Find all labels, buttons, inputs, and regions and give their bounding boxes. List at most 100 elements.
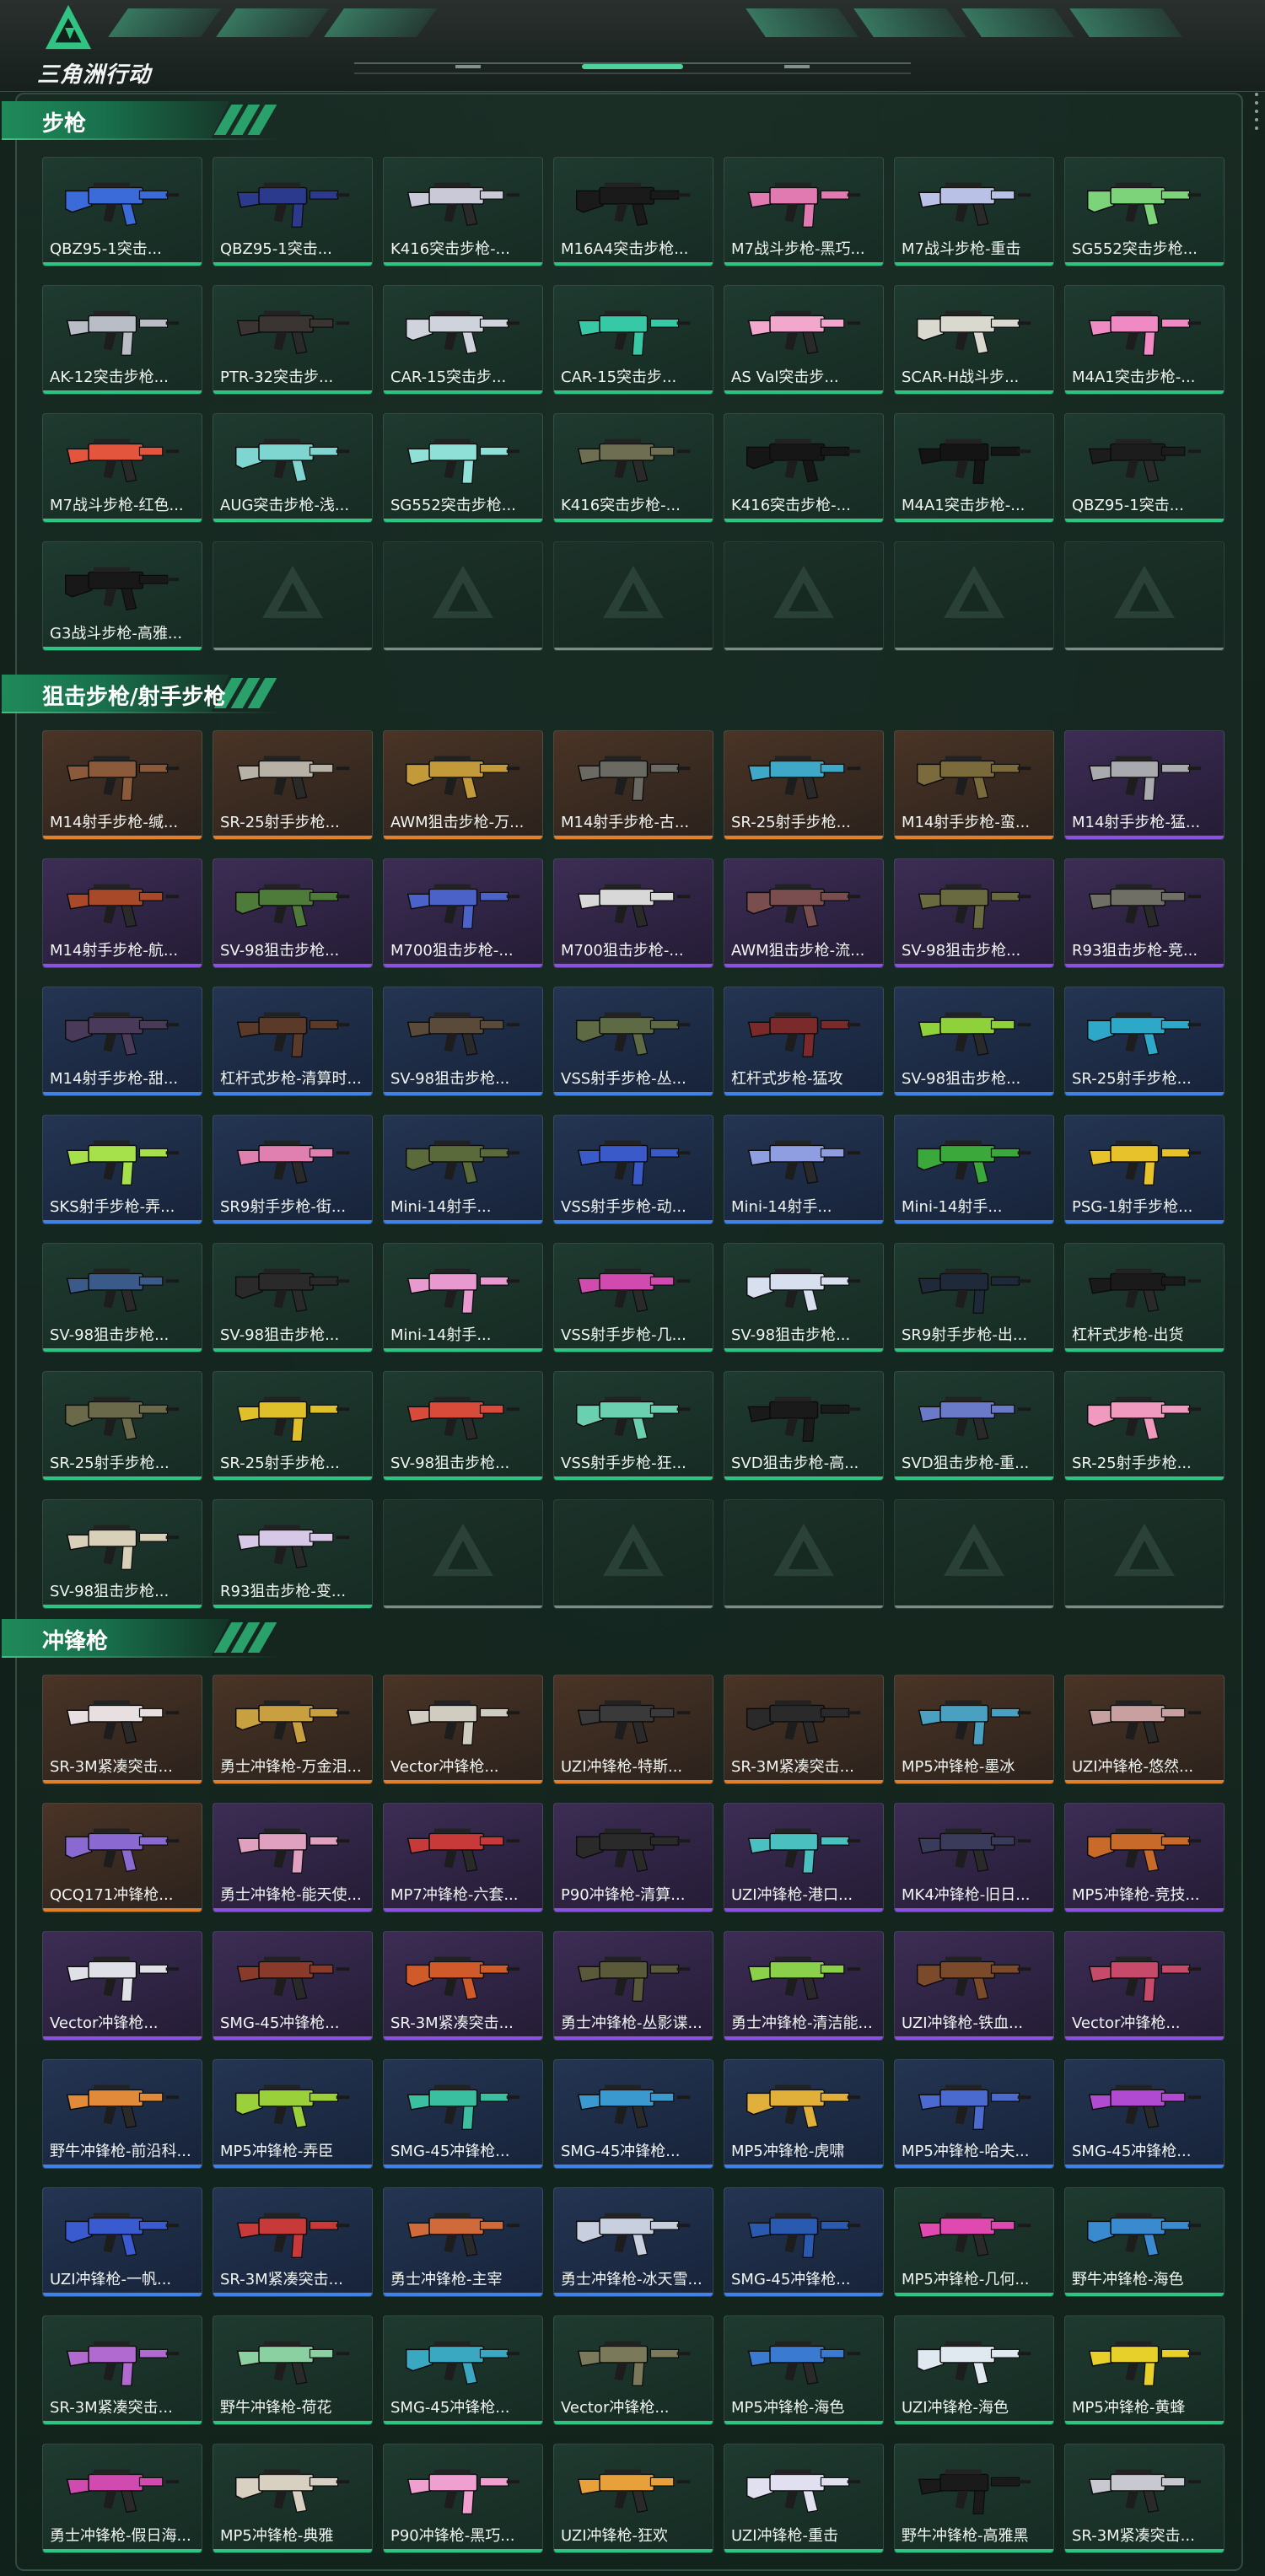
weapon-card[interactable]: AUG突击步枪-浅...: [213, 413, 373, 523]
weapon-card[interactable]: SMG-45冲锋枪...: [213, 1931, 373, 2041]
weapon-card[interactable]: Mini-14射手...: [383, 1243, 543, 1353]
weapon-card[interactable]: AWM狙击步枪-万...: [383, 730, 543, 840]
weapon-card[interactable]: SR-3M紧凑突击...: [42, 2315, 202, 2425]
weapon-card[interactable]: Mini-14射手...: [724, 1115, 884, 1224]
weapon-card[interactable]: SV-98狙击步枪...: [42, 1243, 202, 1353]
weapon-card[interactable]: MP5冲锋枪-典雅: [213, 2444, 373, 2553]
weapon-card[interactable]: M14射手步枪-猛...: [1064, 730, 1225, 840]
weapon-card[interactable]: SV-98狙击步枪...: [213, 1243, 373, 1353]
weapon-card[interactable]: AK-12突击步枪...: [42, 285, 202, 395]
weapon-card[interactable]: P90冲锋枪-黑巧...: [383, 2444, 543, 2553]
weapon-card[interactable]: SV-98狙击步枪...: [42, 1499, 202, 1609]
weapon-card[interactable]: CAR-15突击步...: [383, 285, 543, 395]
weapon-card[interactable]: Vector冲锋枪...: [1064, 1931, 1225, 2041]
weapon-card[interactable]: UZI冲锋枪-狂欢: [553, 2444, 713, 2553]
weapon-card[interactable]: Mini-14射手...: [383, 1115, 543, 1224]
weapon-card[interactable]: SR9射手步枪-出...: [894, 1243, 1054, 1353]
weapon-card[interactable]: UZI冲锋枪-港口...: [724, 1803, 884, 1912]
weapon-card[interactable]: P90冲锋枪-清算...: [553, 1803, 713, 1912]
weapon-card[interactable]: SR-3M紧凑突击...: [42, 1675, 202, 1784]
weapon-card[interactable]: MP7冲锋枪-六套...: [383, 1803, 543, 1912]
weapon-card[interactable]: M16A4突击步枪...: [553, 157, 713, 266]
weapon-card[interactable]: SR-25射手步枪...: [724, 730, 884, 840]
weapon-card[interactable]: UZI冲锋枪-悠然...: [1064, 1675, 1225, 1784]
weapon-card[interactable]: SMG-45冲锋枪...: [724, 2187, 884, 2297]
weapon-card[interactable]: M14射手步枪-甜...: [42, 987, 202, 1096]
weapon-card[interactable]: UZI冲锋枪-特斯...: [553, 1675, 713, 1784]
weapon-card[interactable]: MP5冲锋枪-哈夫...: [894, 2059, 1054, 2169]
weapon-card[interactable]: MP5冲锋枪-虎啸: [724, 2059, 884, 2169]
weapon-card[interactable]: MP5冲锋枪-弄臣: [213, 2059, 373, 2169]
weapon-card[interactable]: 勇士冲锋枪-假日海...: [42, 2444, 202, 2553]
weapon-card[interactable]: MP5冲锋枪-黄蜂: [1064, 2315, 1225, 2425]
weapon-card[interactable]: UZI冲锋枪-重击: [724, 2444, 884, 2553]
weapon-card[interactable]: 野牛冲锋枪-荷花: [213, 2315, 373, 2425]
weapon-card[interactable]: SR-25射手步枪...: [1064, 987, 1225, 1096]
weapon-card[interactable]: M7战斗步枪-黑巧...: [724, 157, 884, 266]
weapon-card[interactable]: 野牛冲锋枪-海色: [1064, 2187, 1225, 2297]
weapon-card[interactable]: SMG-45冲锋枪...: [1064, 2059, 1225, 2169]
weapon-card[interactable]: VSS射手步枪-狂...: [553, 1371, 713, 1481]
weapon-card[interactable]: MP5冲锋枪-海色: [724, 2315, 884, 2425]
weapon-card[interactable]: SR-3M紧凑突击...: [724, 1675, 884, 1784]
scrollbar[interactable]: [1253, 93, 1260, 152]
weapon-card[interactable]: M7战斗步枪-红色...: [42, 413, 202, 523]
weapon-card[interactable]: M14射手步枪-缄...: [42, 730, 202, 840]
weapon-card[interactable]: 勇士冲锋枪-主宰: [383, 2187, 543, 2297]
weapon-card[interactable]: SR-3M紧凑突击...: [383, 1931, 543, 2041]
weapon-card[interactable]: 勇士冲锋枪-能天使...: [213, 1803, 373, 1912]
weapon-card[interactable]: SR-25射手步枪...: [213, 1371, 373, 1481]
weapon-card[interactable]: UZI冲锋枪-一帆...: [42, 2187, 202, 2297]
weapon-card[interactable]: K416突击步枪-...: [383, 157, 543, 266]
weapon-card[interactable]: 勇士冲锋枪-清洁能...: [724, 1931, 884, 2041]
weapon-card[interactable]: M14射手步枪-航...: [42, 858, 202, 968]
weapon-card[interactable]: 杠杆式步枪-猛攻: [724, 987, 884, 1096]
weapon-card[interactable]: SR-3M紧凑突击...: [1064, 2444, 1225, 2553]
weapon-card[interactable]: M7战斗步枪-重击: [894, 157, 1054, 266]
weapon-card[interactable]: SV-98狙击步枪...: [894, 858, 1054, 968]
weapon-card[interactable]: SVD狙击步枪-高...: [724, 1371, 884, 1481]
weapon-card[interactable]: QBZ95-1突击...: [1064, 413, 1225, 523]
weapon-card[interactable]: MP5冲锋枪-墨冰: [894, 1675, 1054, 1784]
weapon-card[interactable]: 勇士冲锋枪-万金泪...: [213, 1675, 373, 1784]
weapon-card[interactable]: K416突击步枪-...: [553, 413, 713, 523]
weapon-card[interactable]: AWM狙击步枪-流...: [724, 858, 884, 968]
weapon-card[interactable]: UZI冲锋枪-海色: [894, 2315, 1054, 2425]
weapon-card[interactable]: SV-98狙击步枪...: [383, 1371, 543, 1481]
weapon-card[interactable]: SR-25射手步枪...: [213, 730, 373, 840]
weapon-card[interactable]: M14射手步枪-古...: [553, 730, 713, 840]
weapon-card[interactable]: SR9射手步枪-街...: [213, 1115, 373, 1224]
weapon-card[interactable]: QCQ171冲锋枪...: [42, 1803, 202, 1912]
weapon-card[interactable]: 杠杆式步枪-清算时...: [213, 987, 373, 1096]
weapon-catalog-panel[interactable]: 步枪 QBZ95-1突击... QBZ95-1突击... K416突击步枪-... M1…: [2, 93, 1243, 2571]
weapon-card[interactable]: M4A1突击步枪-...: [894, 413, 1054, 523]
weapon-card[interactable]: VSS射手步枪-丛...: [553, 987, 713, 1096]
weapon-card[interactable]: SKS射手步枪-弄...: [42, 1115, 202, 1224]
weapon-card[interactable]: Vector冲锋枪...: [553, 2315, 713, 2425]
weapon-card[interactable]: 野牛冲锋枪-前沿科...: [42, 2059, 202, 2169]
weapon-card[interactable]: 野牛冲锋枪-高雅黑: [894, 2444, 1054, 2553]
weapon-card[interactable]: M14射手步枪-蛮...: [894, 730, 1054, 840]
weapon-card[interactable]: 杠杆式步枪-出货: [1064, 1243, 1225, 1353]
weapon-card[interactable]: SVD狙击步枪-重...: [894, 1371, 1054, 1481]
weapon-card[interactable]: PTR-32突击步...: [213, 285, 373, 395]
weapon-card[interactable]: SV-98狙击步枪...: [213, 858, 373, 968]
weapon-card[interactable]: PSG-1射手步枪...: [1064, 1115, 1225, 1224]
weapon-card[interactable]: Vector冲锋枪...: [383, 1675, 543, 1784]
weapon-card[interactable]: SMG-45冲锋枪...: [383, 2315, 543, 2425]
weapon-card[interactable]: R93狙击步枪-变...: [213, 1499, 373, 1609]
weapon-card[interactable]: R93狙击步枪-竞...: [1064, 858, 1225, 968]
weapon-card[interactable]: SV-98狙击步枪...: [894, 987, 1054, 1096]
weapon-card[interactable]: QBZ95-1突击...: [42, 157, 202, 266]
weapon-card[interactable]: MP5冲锋枪-竞技...: [1064, 1803, 1225, 1912]
weapon-card[interactable]: K416突击步枪-...: [724, 413, 884, 523]
weapon-card[interactable]: SMG-45冲锋枪...: [383, 2059, 543, 2169]
weapon-card[interactable]: CAR-15突击步...: [553, 285, 713, 395]
weapon-card[interactable]: M700狙击步枪-...: [553, 858, 713, 968]
weapon-card[interactable]: Mini-14射手...: [894, 1115, 1054, 1224]
weapon-card[interactable]: SMG-45冲锋枪...: [553, 2059, 713, 2169]
weapon-card[interactable]: SV-98狙击步枪...: [383, 987, 543, 1096]
weapon-card[interactable]: SR-25射手步枪...: [42, 1371, 202, 1481]
weapon-card[interactable]: SG552突击步枪...: [383, 413, 543, 523]
weapon-card[interactable]: SR-25射手步枪...: [1064, 1371, 1225, 1481]
